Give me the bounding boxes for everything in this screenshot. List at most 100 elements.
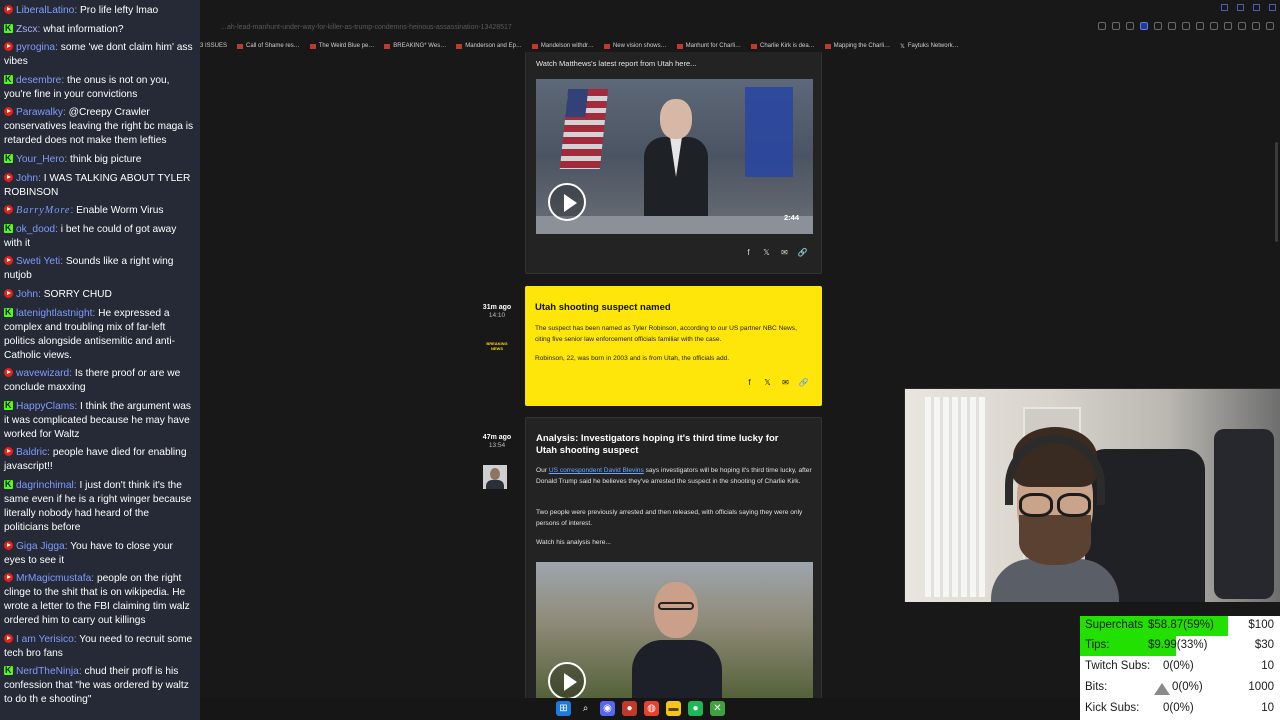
bookmarks-bar: 3 ISSUES Call of Shame res… The Weird Blue…	[200, 40, 1280, 52]
link-icon[interactable]: 🔗	[798, 248, 808, 257]
chat-message: John: SORRY CHUD	[4, 288, 196, 302]
chat-username[interactable]: wavewizard	[16, 368, 69, 379]
row-value: 0(0%)	[1163, 660, 1194, 672]
bookmark-item[interactable]: Mandelson withdr…	[531, 40, 594, 52]
chrome-icon[interactable]: ◍	[644, 701, 659, 716]
bookmark-item[interactable]: New vision shows…	[603, 40, 667, 52]
audio-icon[interactable]	[1182, 22, 1190, 30]
bits-row: Bits: 0(0%) 1000	[1080, 678, 1280, 698]
facebook-icon[interactable]: f	[745, 378, 754, 387]
bookmark-label: Mandelson withdr…	[540, 43, 594, 49]
windows-start-icon[interactable]: ⊞	[556, 701, 571, 716]
bookmark-item[interactable]: Manhunt for Charli…	[676, 40, 741, 52]
sidebar-icon[interactable]	[1098, 22, 1106, 30]
lock-icon[interactable]	[1238, 22, 1246, 30]
window-controls	[1221, 4, 1276, 11]
chat-username[interactable]: dagrinchimal	[16, 480, 74, 491]
chat-username[interactable]: Baldric	[16, 447, 47, 458]
tab-icon[interactable]	[1168, 22, 1176, 30]
youtube-icon	[4, 540, 13, 550]
chat-username[interactable]: I am Yerisico	[16, 634, 74, 645]
bookmark-item[interactable]: Mapping the Charli…	[824, 40, 890, 52]
bookmark-item[interactable]: Manderson and Ep…	[456, 40, 522, 52]
chat-username[interactable]: BarryMore	[16, 205, 70, 216]
chat-username[interactable]: Sweti Yeti	[16, 256, 60, 267]
play-button[interactable]	[548, 183, 586, 221]
bookmark-item[interactable]: 𝕏 Faytuks Network…	[900, 40, 959, 52]
kick-icon	[4, 151, 13, 165]
chat-username[interactable]: HappyClams	[16, 401, 74, 412]
link-icon[interactable]: 🔗	[799, 378, 809, 387]
bookmark-item[interactable]: BREAKING* Wes…	[384, 40, 446, 52]
download-icon[interactable]	[1252, 22, 1260, 30]
bookmark-item[interactable]: Charlie Kirk is dea…	[750, 40, 815, 52]
chat-message: Sweti Yeti: Sounds like a right wing nut…	[4, 255, 196, 283]
x-icon[interactable]: 𝕏	[763, 378, 772, 387]
search-icon[interactable]	[1221, 4, 1228, 11]
email-icon[interactable]: ✉	[781, 378, 790, 387]
chat-username[interactable]: Your_Hero	[16, 154, 64, 165]
maximize-icon[interactable]	[1253, 4, 1260, 11]
x-icon: 𝕏	[900, 43, 905, 50]
url-text[interactable]: …ah-lead-manhunt-under-way-for-killer-as…	[220, 24, 512, 31]
chat-username[interactable]: MrMagicmustafa	[16, 573, 91, 584]
bookmark-label: Manderson and Ep…	[465, 43, 522, 49]
chat-username[interactable]: Giga Jigga	[16, 541, 65, 552]
post-paragraph: The suspect has been named as Tyler Robi…	[535, 325, 797, 343]
chat-username[interactable]: NerdTheNinja	[16, 666, 79, 677]
bookmark-item[interactable]: 3 ISSUES	[200, 40, 227, 52]
search-icon[interactable]: ⌕	[578, 701, 593, 716]
bookmark-favicon-icon	[531, 43, 538, 49]
chat-username[interactable]: LiberalLatino	[16, 5, 74, 16]
state-flag	[745, 87, 793, 177]
minimize-icon[interactable]	[1237, 4, 1244, 11]
chat-username[interactable]: Parawalky	[16, 107, 63, 118]
paint-icon[interactable]	[1210, 22, 1218, 30]
browser-window: …ah-lead-manhunt-under-way-for-killer-as…	[200, 0, 1280, 720]
kick-subs-row: Kick Subs: 0(0%) 10	[1080, 699, 1280, 719]
chat-username[interactable]: ok_dood	[16, 224, 55, 235]
hanging-jacket	[1214, 429, 1274, 599]
chat-username[interactable]: Zscx	[16, 24, 38, 35]
bookmark-favicon-icon	[237, 43, 244, 49]
chat-username[interactable]: desembre	[16, 75, 61, 86]
chat-username[interactable]: pyrogina	[16, 42, 55, 53]
chat-username[interactable]: John	[16, 173, 38, 184]
shield-icon[interactable]	[1140, 22, 1148, 30]
post-time: 47m ago 13:54	[477, 434, 517, 449]
account-icon[interactable]	[1266, 22, 1274, 30]
chat-icon[interactable]	[1224, 22, 1232, 30]
chat-message: Parawalky: @Creepy Crawler conservatives…	[4, 106, 196, 148]
bookmark-label: Manhunt for Charli…	[685, 43, 741, 49]
scroll-thumb[interactable]	[1275, 142, 1278, 242]
close-icon[interactable]	[1269, 4, 1276, 11]
bookmark-item[interactable]: The Weird Blue pe…	[309, 40, 374, 52]
chat-message: BarryMore: Enable Worm Virus	[4, 204, 196, 218]
play-button[interactable]	[548, 662, 586, 700]
x-icon[interactable]: 𝕏	[762, 248, 771, 257]
chat-username[interactable]: John	[16, 289, 38, 300]
chat-message: desembre: the onus is not on you, you're…	[4, 72, 196, 102]
timestamp: 13:54	[488, 442, 506, 449]
video-thumbnail[interactable]	[536, 562, 813, 712]
timestamp: 14:10	[488, 312, 506, 319]
favorite-icon[interactable]	[1196, 22, 1204, 30]
pin-icon[interactable]	[1112, 22, 1120, 30]
play-icon[interactable]	[1154, 22, 1162, 30]
bookmark-favicon-icon	[456, 43, 463, 49]
bookmark-item[interactable]: Call of Shame res…	[237, 40, 300, 52]
email-icon[interactable]: ✉	[780, 248, 789, 257]
video-post: Watch Matthews's latest report from Utah…	[525, 52, 822, 274]
correspondent-link[interactable]: US correspondent David Blevins	[549, 467, 644, 474]
facebook-icon[interactable]: f	[744, 248, 753, 257]
xbox-icon[interactable]: ✕	[710, 701, 725, 716]
extension-icon[interactable]	[1126, 22, 1134, 30]
discord-icon[interactable]: ◉	[600, 701, 615, 716]
chat-username[interactable]: latenightlastnight	[16, 308, 92, 319]
app-icon[interactable]: ●	[622, 701, 637, 716]
video-thumbnail[interactable]: 2:44	[536, 79, 813, 234]
file-explorer-icon[interactable]: ▬	[666, 701, 681, 716]
spotify-icon[interactable]: ●	[688, 701, 703, 716]
row-label: Twitch Subs:	[1085, 660, 1151, 672]
podium	[536, 216, 813, 234]
